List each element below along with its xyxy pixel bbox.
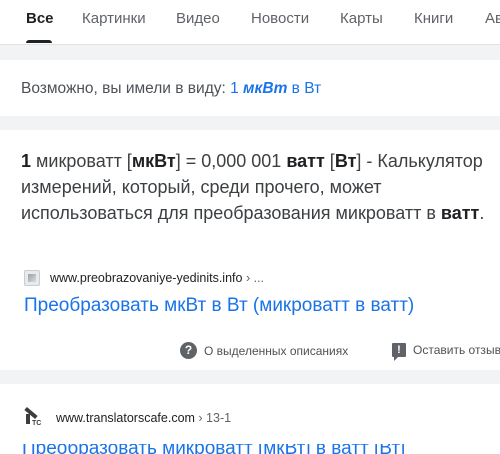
site-favicon-icon xyxy=(24,269,40,286)
result1-title-link[interactable]: Преобразовать мкВт в Вт (микроватт в ват… xyxy=(24,295,414,317)
search-tabs: Все Картинки Видео Новости Карты Книги А… xyxy=(0,0,500,45)
result2-url-crumb: › 13-1 xyxy=(194,411,232,425)
snippet-part: [ xyxy=(324,151,335,171)
snippet-part: Вт xyxy=(334,151,357,171)
result1-source[interactable]: www.preobrazovaniye-yedinits.info › ... xyxy=(24,269,264,287)
about-snippets-button[interactable]: ? О выделенных описаниях xyxy=(180,342,348,359)
did-you-mean-prefix: Возможно, вы имели в виду: xyxy=(21,80,231,97)
snippet-part: ватт xyxy=(440,203,480,223)
did-you-mean-text: Возможно, вы имели в виду: 1 мкВт в Вт xyxy=(21,80,321,98)
snippet-part: 1 xyxy=(21,151,32,171)
result1-url-host: www.preobrazovaniye-yedinits.info xyxy=(50,270,243,285)
tab-maps[interactable]: Карты xyxy=(340,10,383,27)
dym-rest: в Вт xyxy=(291,80,322,97)
tab-books[interactable]: Книги xyxy=(414,10,453,27)
snippet-part: ] = 0,000 001 xyxy=(175,151,287,171)
feedback-button[interactable]: ! Оставить отзыв xyxy=(392,342,500,361)
dym-num: 1 xyxy=(230,80,239,97)
did-you-mean-link[interactable]: 1 мкВт в Вт xyxy=(230,80,321,97)
tab-images[interactable]: Картинки xyxy=(82,10,146,27)
result2-title-link[interactable]: Преобразовать микроватт [мкВт] в ватт [В… xyxy=(22,444,500,454)
search-result-card: TC www.translatorscafe.com › 13-1 Преобр… xyxy=(0,384,500,454)
featured-snippet-text: 1 микроватт [мкВт] = 0,000 001 ватт [Вт]… xyxy=(21,148,500,226)
translatorscafe-favicon-icon: TC xyxy=(22,406,42,428)
tab-more[interactable]: Ав xyxy=(485,10,500,27)
feedback-label: Оставить отзыв xyxy=(413,342,500,357)
result2-source[interactable]: TC www.translatorscafe.com › 13-1 xyxy=(22,406,231,428)
did-you-mean-card: Возможно, вы имели в виду: 1 мкВт в Вт xyxy=(0,60,500,116)
favicon-text: TC xyxy=(32,420,42,427)
featured-snippet-card: 1 микроватт [мкВт] = 0,000 001 ватт [Вт]… xyxy=(0,130,500,370)
snippet-part: микроватт [ xyxy=(31,151,132,171)
question-icon: ? xyxy=(180,342,197,359)
snippet-part: . xyxy=(479,203,485,223)
result1-url-ellipsis: › ... xyxy=(242,270,264,285)
snippet-part: мкВт xyxy=(131,151,176,171)
result1-url: www.preobrazovaniye-yedinits.info › ... xyxy=(50,271,264,285)
result2-title-text: Преобразовать микроватт [мкВт] в ватт [В… xyxy=(22,444,500,454)
result2-url-host: www.translatorscafe.com xyxy=(56,411,195,425)
active-tab-indicator xyxy=(26,40,52,43)
snippet-part: ватт xyxy=(286,151,325,171)
dym-bold: мкВт xyxy=(243,80,288,97)
tab-news[interactable]: Новости xyxy=(251,10,309,27)
about-snippets-label: О выделенных описаниях xyxy=(204,343,349,358)
result2-url: www.translatorscafe.com › 13-1 xyxy=(56,411,231,425)
tab-all[interactable]: Все xyxy=(26,10,54,27)
flag-icon: ! xyxy=(392,342,406,361)
tab-video[interactable]: Видео xyxy=(176,10,220,27)
